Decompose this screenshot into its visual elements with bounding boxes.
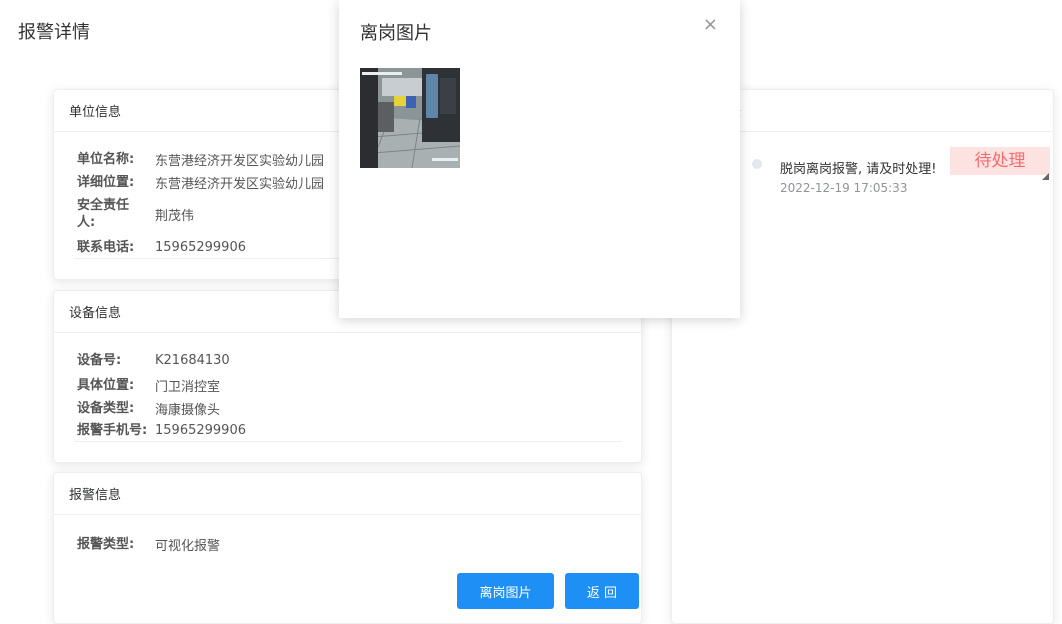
safety-officer-value: 荆茂伟 xyxy=(155,208,195,224)
status-badge: 待处理 xyxy=(950,147,1050,175)
device-location-value: 门卫消控室 xyxy=(155,380,221,395)
back-button[interactable]: 返 回 xyxy=(565,573,639,609)
unit-phone-value: 15965299906 xyxy=(155,240,246,255)
device-id-row: 设备号: K21684130 xyxy=(77,352,230,369)
unit-name-value: 东营港经济开发区实验幼儿园 xyxy=(155,154,325,169)
unit-name-row: 单位名称: 东营港经济开发区实验幼儿园 xyxy=(77,150,324,169)
divider xyxy=(74,441,621,442)
dialog-title: 离岗图片 xyxy=(360,23,432,44)
close-icon[interactable]: × xyxy=(703,14,718,35)
unit-address-value: 东营港经济开发区实验幼儿园 xyxy=(155,177,325,192)
device-location-label: 具体位置: xyxy=(77,378,135,393)
unit-address-label: 详细位置: xyxy=(77,175,135,190)
alarm-phone-label: 报警手机号: xyxy=(77,423,148,438)
timeline-alarm-time: 2022-12-19 17:05:33 xyxy=(780,181,908,195)
device-location-row: 具体位置: 门卫消控室 xyxy=(77,376,220,395)
alarm-type-label: 报警类型: xyxy=(77,537,135,552)
alarm-type-row: 报警类型: 可视化报警 xyxy=(77,535,220,554)
unit-phone-row: 联系电话: 15965299906 xyxy=(77,239,246,256)
device-id-value: K21684130 xyxy=(155,353,230,368)
alarm-phone-row: 报警手机号: 15965299906 xyxy=(77,422,246,439)
camera-snapshot-image xyxy=(360,68,460,168)
alarm-phone-value: 15965299906 xyxy=(155,423,246,438)
device-type-row: 设备类型: 海康摄像头 xyxy=(77,399,220,418)
timeline-alarm-text: 脱岗离岗报警, 请及时处理! xyxy=(780,162,937,177)
absence-photo-thumbnail[interactable] xyxy=(360,68,460,168)
device-id-label: 设备号: xyxy=(77,353,122,368)
alarm-info-title: 报警信息 xyxy=(54,473,641,515)
corner-marker xyxy=(1042,173,1049,180)
absence-image-button[interactable]: 离岗图片 xyxy=(457,573,554,609)
unit-name-label: 单位名称: xyxy=(77,152,135,167)
safety-officer-label: 安全责任人: xyxy=(77,198,130,230)
safety-officer-row: 安全责任人: 荆茂伟 xyxy=(77,197,194,231)
image-dialog: 离岗图片 × xyxy=(339,0,740,318)
page-title: 报警详情 xyxy=(18,22,90,43)
device-type-label: 设备类型: xyxy=(77,401,135,416)
alarm-type-value: 可视化报警 xyxy=(155,539,221,554)
timeline-dot xyxy=(752,159,762,169)
unit-phone-label: 联系电话: xyxy=(77,240,135,255)
device-type-value: 海康摄像头 xyxy=(155,403,221,418)
unit-address-row: 详细位置: 东营港经济开发区实验幼儿园 xyxy=(77,173,324,192)
